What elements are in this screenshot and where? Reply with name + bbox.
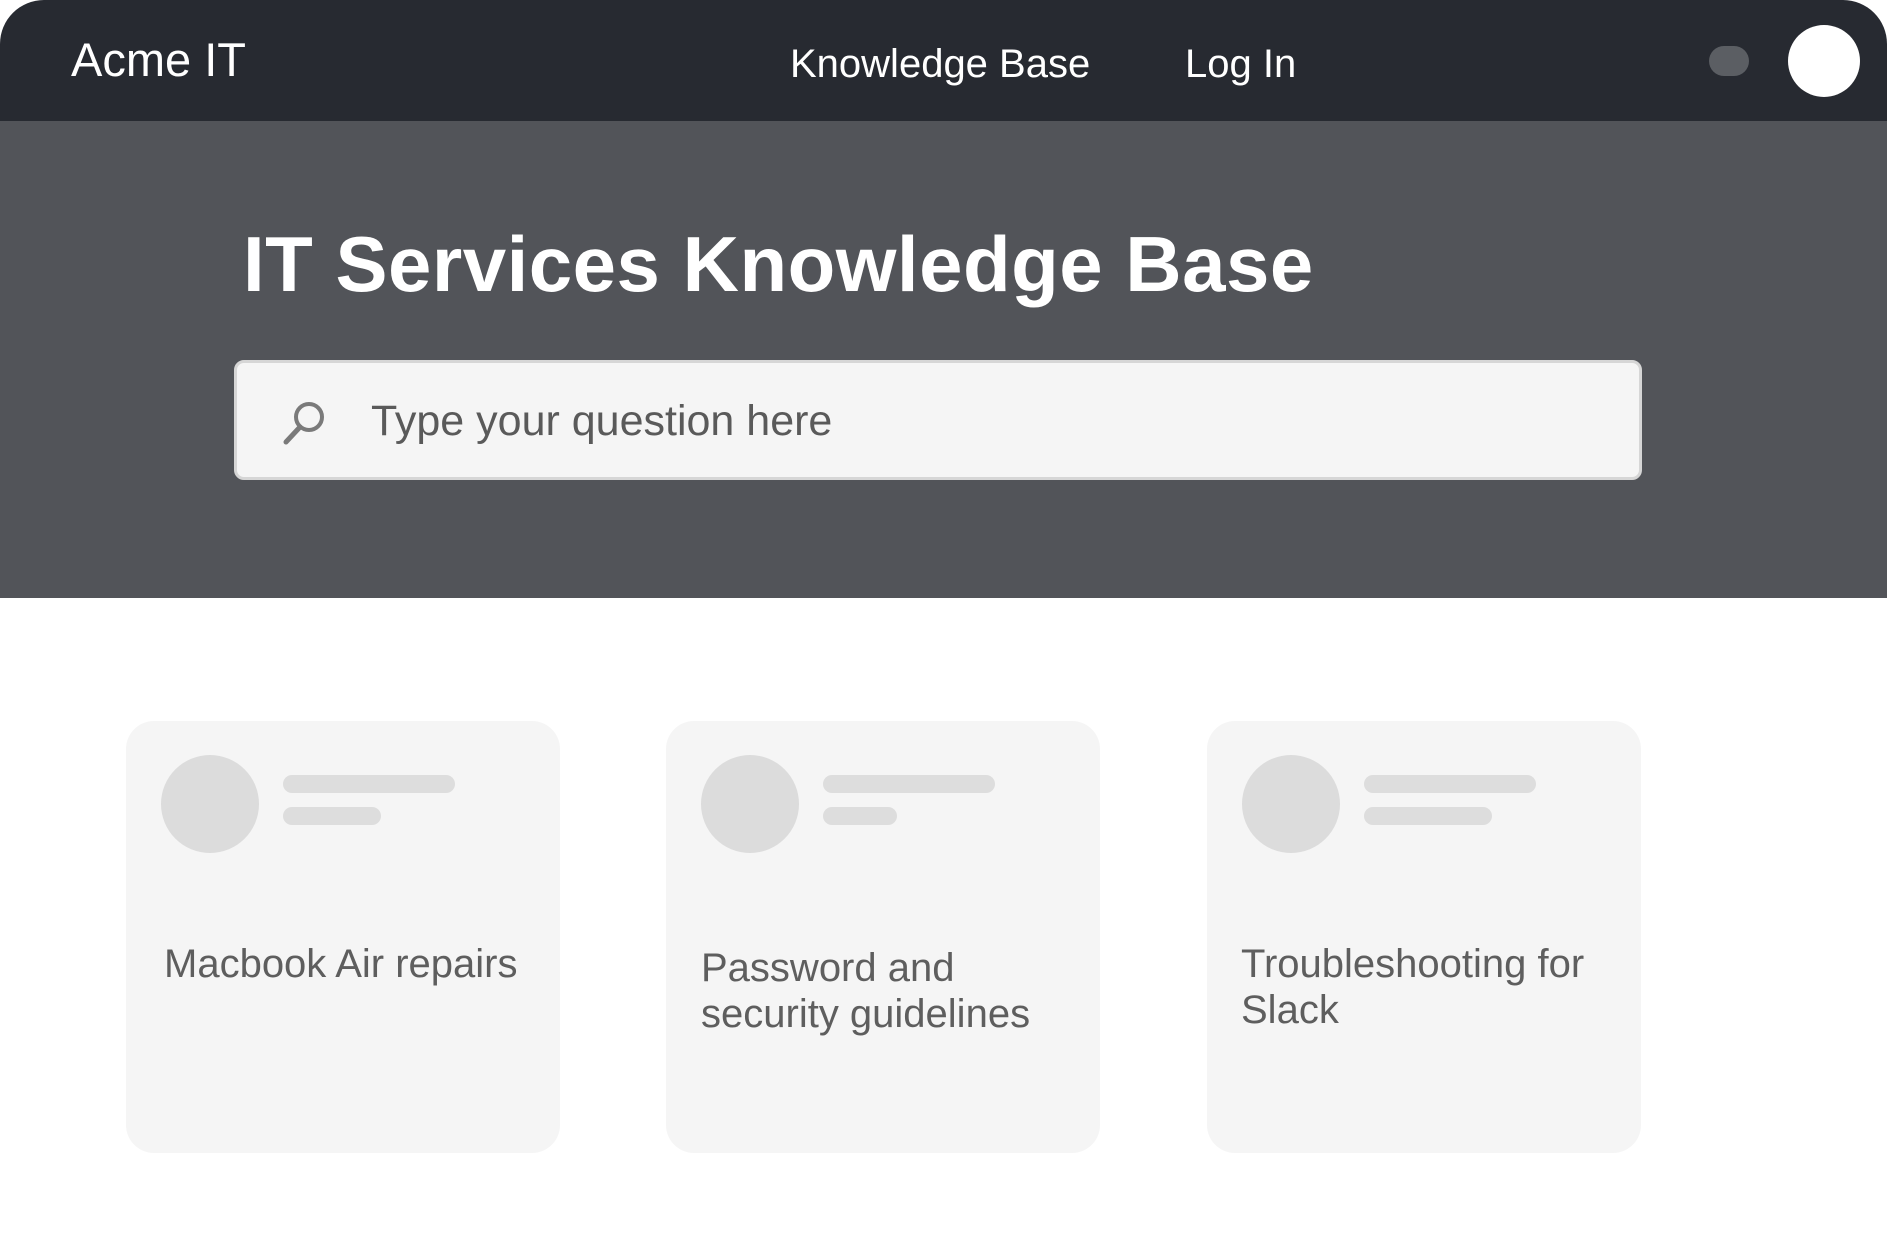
card-title: Macbook Air repairs [164,942,518,986]
article-card-password-security[interactable]: Password and security guidelines [666,721,1100,1153]
card-image-placeholder [161,755,259,853]
nav-link-knowledge-base[interactable]: Knowledge Base [790,38,1090,90]
card-text-placeholder [1364,775,1536,793]
article-card-macbook-air-repairs[interactable]: Macbook Air repairs [126,721,560,1153]
search-box[interactable] [234,360,1642,480]
top-nav-bar: Acme IT Knowledge Base Log In [0,0,1887,121]
search-input[interactable] [371,385,1571,457]
page-title: IT Services Knowledge Base [243,220,1314,308]
card-title: Troubleshooting for Slack [1241,942,1585,1032]
card-text-placeholder [283,807,381,825]
card-text-placeholder [1364,807,1492,825]
search-icon [283,402,324,445]
toggle-indicator[interactable] [1709,46,1749,76]
brand-logo-text[interactable]: Acme IT [71,30,246,90]
app-window: Acme IT Knowledge Base Log In IT Service… [0,0,1887,1245]
user-avatar[interactable] [1788,25,1860,97]
article-card-troubleshooting-slack[interactable]: Troubleshooting for Slack [1207,721,1641,1153]
nav-link-log-in[interactable]: Log In [1185,38,1296,90]
card-text-placeholder [283,775,455,793]
card-title: Password and security guidelines [701,946,1031,1036]
card-image-placeholder [701,755,799,853]
card-image-placeholder [1242,755,1340,853]
hero-section: IT Services Knowledge Base [0,121,1887,598]
card-text-placeholder [823,775,995,793]
card-text-placeholder [823,807,897,825]
